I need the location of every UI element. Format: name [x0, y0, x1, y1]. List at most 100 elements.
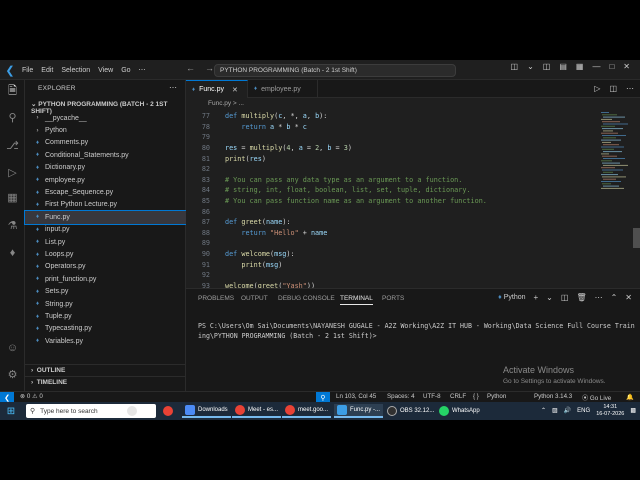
panel-tab-output[interactable]: OUTPUT: [241, 295, 268, 302]
windows-start-icon[interactable]: ⊞: [5, 405, 17, 417]
layout-icon[interactable]: ▦: [576, 62, 584, 71]
minimize-icon[interactable]: —: [592, 62, 600, 71]
file-tree-item[interactable]: ♦ Escape_Sequence.py: [25, 186, 186, 198]
explorer-icon[interactable]: 🗎: [5, 84, 20, 99]
file-tree-item[interactable]: › __pycache__: [25, 112, 186, 124]
clock-date: 16-07-2026: [596, 410, 625, 417]
file-tree-item[interactable]: ♦ Variables.py: [25, 335, 186, 347]
file-tree-item[interactable]: ♦ Operators.py: [25, 261, 186, 273]
command-center-search[interactable]: PYTHON PROGRAMMING (Batch - 2 1st Shift): [214, 64, 456, 77]
timeline-section[interactable]: › TIMELINE: [25, 376, 186, 388]
chevron-down-icon[interactable]: ⌄: [546, 293, 553, 302]
file-tree-item[interactable]: ♦ List.py: [25, 236, 186, 248]
split-terminal-icon[interactable]: ◫: [561, 293, 569, 302]
taskbar-downloads[interactable]: Downloads: [182, 404, 231, 418]
chevron-up-icon[interactable]: ⌃: [541, 407, 546, 414]
minimap[interactable]: [600, 110, 632, 288]
network-icon[interactable]: ▨: [552, 407, 558, 414]
notification-center-icon[interactable]: ▩: [630, 407, 636, 414]
file-tree-item[interactable]: ♦ Conditional_Statements.py: [25, 149, 186, 161]
editor-scrollbar[interactable]: [633, 228, 640, 248]
cursor-position[interactable]: Ln 103, Col 45: [336, 393, 376, 400]
file-tree-item[interactable]: ♦ Comments.py: [25, 137, 186, 149]
testing-icon[interactable]: ⚗: [5, 218, 20, 233]
tab-employee-py[interactable]: ♦ employee.py: [248, 80, 318, 98]
chrome-icon[interactable]: [160, 404, 176, 418]
panel-tab-debug-console[interactable]: DEBUG CONSOLE: [278, 295, 335, 302]
taskbar-whatsapp[interactable]: WhatsApp: [436, 404, 483, 418]
menu-file[interactable]: File: [22, 67, 33, 74]
braces-indicator[interactable]: { }: [473, 393, 479, 400]
language-mode[interactable]: Python: [487, 393, 506, 400]
outline-section[interactable]: › OUTLINE: [25, 364, 186, 376]
taskbar-obs[interactable]: OBS 32.12...: [384, 404, 437, 418]
panel-tab-problems[interactable]: PROBLEMS: [198, 295, 234, 302]
menu-more[interactable]: ⋯: [139, 66, 146, 74]
football-app-icon[interactable]: [124, 404, 140, 418]
search-icon[interactable]: ⚲: [5, 110, 20, 125]
menu-view[interactable]: View: [98, 67, 113, 74]
panel-tab-ports[interactable]: PORTS: [382, 295, 404, 302]
source-control-icon[interactable]: ⎇: [5, 138, 20, 153]
code-line: 86: [186, 206, 606, 217]
file-tree-item[interactable]: › Python: [25, 124, 186, 136]
indentation[interactable]: Spaces: 4: [387, 393, 415, 400]
close-icon[interactable]: ✕: [625, 293, 632, 302]
run-icon[interactable]: ▷: [594, 84, 600, 93]
file-tree-item[interactable]: ♦ String.py: [25, 298, 186, 310]
menu-edit[interactable]: Edit: [41, 67, 53, 74]
close-icon[interactable]: ✕: [232, 86, 238, 94]
split-editor-icon[interactable]: ◫: [609, 84, 617, 93]
terminal-shell-selector[interactable]: ♦ Python: [498, 294, 525, 301]
end-of-line[interactable]: CRLF: [450, 393, 466, 400]
volume-icon[interactable]: 🔊: [564, 407, 571, 414]
taskbar-meet-goo[interactable]: meet.goo...: [282, 404, 332, 418]
maximize-panel-icon[interactable]: ⌃: [611, 293, 618, 302]
terminal-output[interactable]: PS C:\Users\Om Sai\Documents\NAYANESH GU…: [198, 321, 638, 341]
taskbar-meet[interactable]: Meet - es...: [232, 404, 282, 418]
file-tree-item[interactable]: ♦ Typecasting.py: [25, 323, 186, 335]
close-icon[interactable]: ✕: [623, 62, 630, 71]
language-indicator[interactable]: ENG: [577, 408, 590, 414]
clock[interactable]: 14:31 16-07-2026: [596, 404, 624, 417]
trash-icon[interactable]: 🗑: [576, 293, 586, 302]
maximize-icon[interactable]: □: [609, 62, 614, 71]
extensions-icon[interactable]: ▦: [5, 190, 20, 205]
file-tree-item[interactable]: ♦ print_function.py: [25, 273, 186, 285]
back-arrow-icon[interactable]: ←: [186, 63, 195, 73]
more-actions-icon[interactable]: ⋯: [626, 84, 634, 93]
tab-func-py[interactable]: ♦ Func.py ✕: [186, 80, 248, 98]
forward-arrow-icon[interactable]: →: [205, 63, 214, 73]
code-editor[interactable]: 77 def multiply(c, *, a, b): 78 return a *…: [186, 110, 640, 288]
menu-go[interactable]: Go: [121, 67, 130, 74]
account-icon[interactable]: ☺: [5, 340, 20, 355]
go-live-button[interactable]: ⦿ Go Live: [582, 393, 611, 402]
python-icon[interactable]: ♦: [5, 245, 20, 260]
encoding[interactable]: UTF-8: [423, 393, 441, 400]
new-terminal-icon[interactable]: +: [534, 293, 539, 302]
notifications-icon[interactable]: 🔔: [626, 393, 634, 401]
file-tree-item[interactable]: ♦ First Python Lecture.py: [25, 199, 186, 211]
code-token: name: [265, 218, 283, 227]
run-debug-icon[interactable]: ▷: [5, 165, 20, 180]
more-actions-icon[interactable]: ⋯: [169, 83, 177, 92]
python-interpreter[interactable]: Python 3.14.3: [534, 393, 572, 400]
gear-icon[interactable]: ⚙: [5, 367, 20, 382]
file-tree-item[interactable]: ♦ Loops.py: [25, 248, 186, 260]
file-tree-item[interactable]: ♦ Func.py: [24, 210, 187, 225]
problems-count[interactable]: ⊗ 0 ⚠ 0: [20, 393, 43, 400]
taskbar-vscode[interactable]: Func.py -...: [334, 404, 384, 418]
toggle-sidebar-icon[interactable]: ◫: [543, 62, 551, 71]
more-actions-icon[interactable]: ⋯: [595, 293, 603, 302]
copilot-icon[interactable]: ◫: [511, 62, 519, 71]
file-tree-item[interactable]: ♦ Dictionary.py: [25, 162, 186, 174]
menu-selection[interactable]: Selection: [61, 67, 90, 74]
breadcrumb[interactable]: Func.py > ...: [186, 98, 640, 110]
toggle-panel-icon[interactable]: ▤: [559, 62, 567, 71]
file-tree-item[interactable]: ♦ employee.py: [25, 174, 186, 186]
file-tree-item[interactable]: ♦ Sets.py: [25, 286, 186, 298]
chevron-down-icon[interactable]: ⌄: [527, 62, 534, 71]
file-tree-item[interactable]: ♦ Tuple.py: [25, 310, 186, 322]
file-tree-item[interactable]: ♦ input.py: [25, 224, 186, 236]
panel-tab-terminal[interactable]: TERMINAL: [340, 295, 373, 305]
